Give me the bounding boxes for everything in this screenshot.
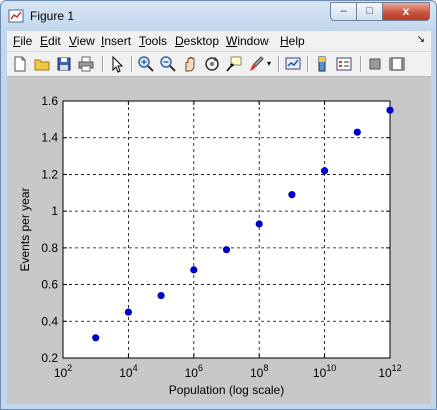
- y-tick-label: 0.2: [41, 351, 58, 365]
- axes-background: [63, 101, 390, 358]
- data-point: [124, 308, 132, 316]
- data-point: [92, 334, 100, 342]
- x-tick-label: 1010: [313, 363, 336, 380]
- x-tick-label: 106: [185, 363, 203, 380]
- y-tick-label: 0.8: [41, 241, 58, 255]
- x-tick-label: 108: [250, 363, 268, 380]
- scatter-plot[interactable]: 102 104 106 108 1010 1012 0.2 0.4 0.6 0.8 1 1.2 1.4 1…: [0, 0, 437, 410]
- x-tick-label: 1012: [378, 363, 401, 380]
- y-axis-label: Events per year: [18, 187, 32, 271]
- data-point: [222, 246, 231, 254]
- data-point: [255, 220, 263, 228]
- data-point: [386, 106, 394, 114]
- data-point: [353, 128, 361, 136]
- x-axis-label: Population (log scale): [169, 383, 284, 397]
- x-tick-label: 104: [119, 363, 137, 380]
- data-point: [321, 167, 329, 175]
- y-tick-label: 1.6: [41, 94, 58, 108]
- y-tick-label: 0.4: [41, 314, 58, 328]
- y-tick-label: 1.4: [41, 131, 58, 145]
- data-point: [288, 191, 296, 199]
- y-tick-label: 0.6: [41, 278, 58, 292]
- data-point: [157, 291, 165, 300]
- data-point: [190, 266, 198, 274]
- y-tick-label: 1.2: [41, 167, 58, 181]
- y-tick-label: 1: [51, 204, 58, 218]
- x-tick-label: 102: [54, 363, 72, 380]
